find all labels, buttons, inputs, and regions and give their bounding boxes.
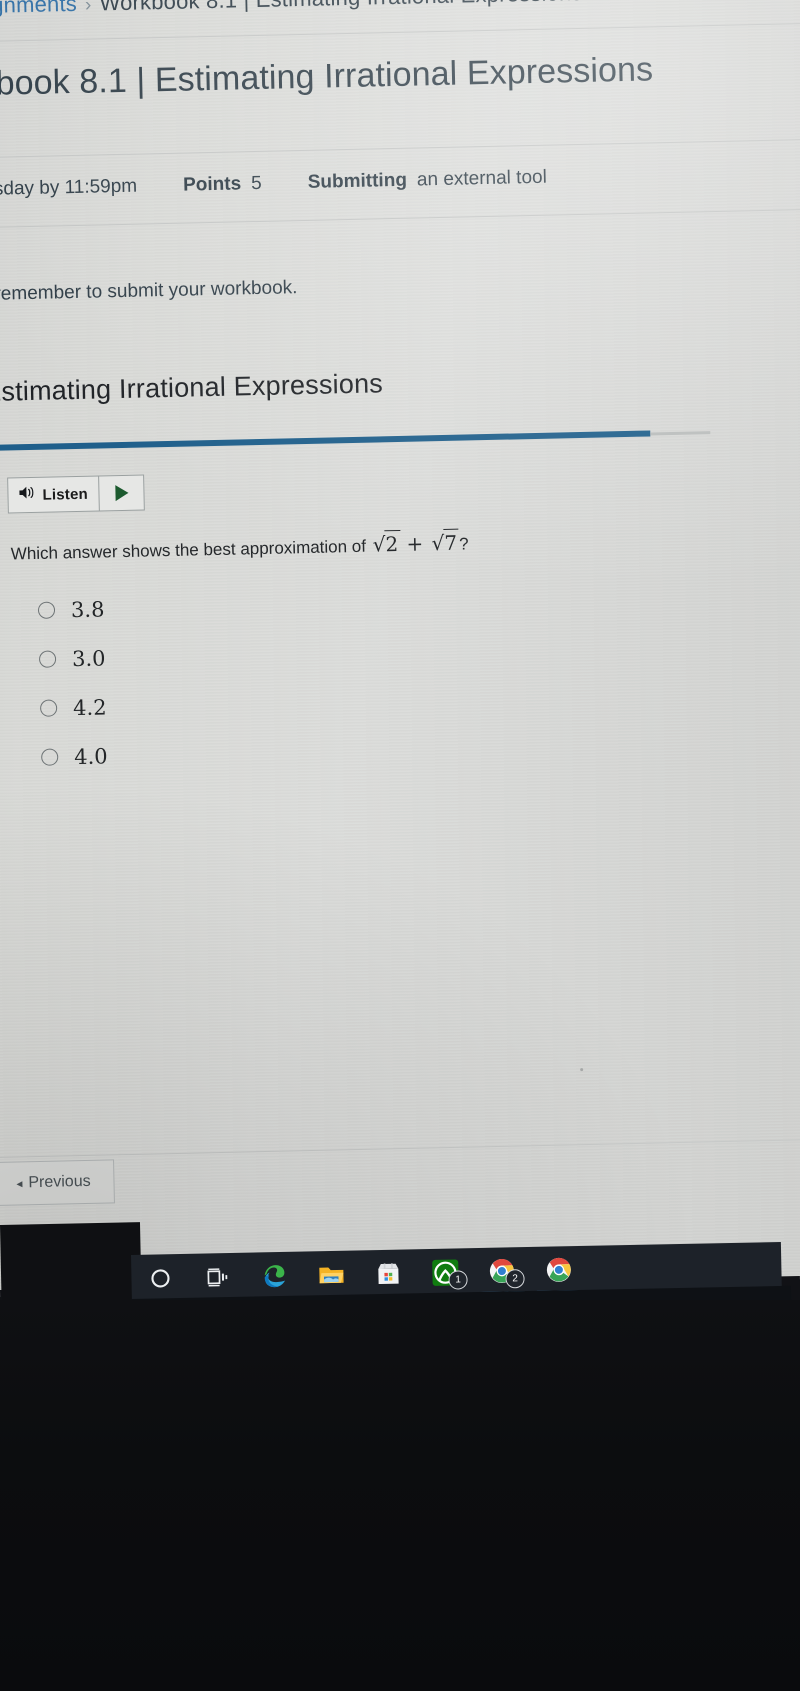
file-explorer-icon [318, 1267, 344, 1283]
due-date: Thursday by 11:59pm [0, 175, 138, 201]
option-2[interactable]: 3.0 [38, 633, 106, 683]
previous-button[interactable]: ◂ Previous [0, 1159, 115, 1206]
cortana-icon [150, 1268, 170, 1287]
play-button[interactable] [99, 476, 144, 511]
speaker-icon [18, 485, 35, 505]
photographed-screen: Assignments › Workbook 8.1 | Estimating Ir… [0, 0, 800, 1691]
radio-button-icon[interactable] [37, 601, 56, 619]
option-label: 4.2 [72, 694, 107, 720]
taskbar-item-task-view[interactable] [188, 1253, 246, 1301]
points-value: 5 [250, 172, 262, 195]
points-label: Points [182, 173, 242, 196]
radio-button-icon[interactable] [39, 699, 58, 717]
previous-label: Previous [28, 1172, 91, 1192]
google-chrome-icon [546, 1257, 571, 1282]
option-4[interactable]: 4.0 [41, 731, 108, 781]
microsoft-store-icon [377, 1262, 399, 1284]
taskbar-item-edge[interactable] [245, 1252, 303, 1300]
option-3[interactable]: 4.2 [39, 682, 107, 732]
radicand-1: 2 [384, 529, 401, 557]
breadcrumb-assignments-link[interactable]: Assignments [0, 0, 77, 19]
taskbar-item-file-explorer[interactable] [302, 1250, 360, 1298]
listen-widget[interactable]: Listen [7, 474, 146, 514]
question-suffix: ? [458, 534, 469, 554]
submitting-label: Submitting [307, 169, 408, 193]
monitor-screen: Assignments › Workbook 8.1 | Estimating Ir… [0, 0, 800, 1340]
screen-speck [580, 1068, 584, 1072]
math-expression: √2 + √7 [370, 528, 460, 557]
microsoft-edge-icon [264, 1264, 285, 1287]
taskbar-item-chrome-2[interactable] [530, 1246, 588, 1294]
option-label: 4.0 [73, 743, 108, 769]
math-operator: + [406, 531, 424, 556]
listen-button[interactable]: Listen [8, 476, 101, 513]
sqrt-7: √7 [429, 528, 460, 556]
notification-badge: 2 [505, 1269, 525, 1289]
desk-surround [0, 1300, 800, 1691]
notification-badge: 1 [448, 1270, 468, 1290]
chevron-left-icon: ◂ [16, 1176, 23, 1191]
taskbar-item-xbox[interactable]: 1 [416, 1248, 474, 1296]
radio-button-icon[interactable] [38, 650, 57, 668]
sqrt-2: √2 [370, 529, 401, 557]
taskbar-item-cortana[interactable] [131, 1254, 189, 1302]
option-label: 3.8 [70, 596, 105, 622]
play-triangle-icon [115, 484, 129, 502]
breadcrumb-separator-icon: › [84, 0, 92, 16]
taskbar-item-chrome-1[interactable]: 2 [473, 1247, 531, 1295]
radio-button-icon[interactable] [41, 748, 59, 766]
option-1[interactable]: 3.8 [37, 584, 105, 634]
answer-options: 3.8 3.0 4.2 4.0 [37, 584, 108, 781]
option-label: 3.0 [71, 645, 106, 671]
taskbar-item-microsoft-store[interactable] [359, 1249, 417, 1297]
listen-label: Listen [42, 485, 89, 504]
task-view-icon [206, 1267, 227, 1286]
radicand-2: 7 [443, 528, 460, 556]
submitting-value: an external tool [416, 166, 548, 191]
